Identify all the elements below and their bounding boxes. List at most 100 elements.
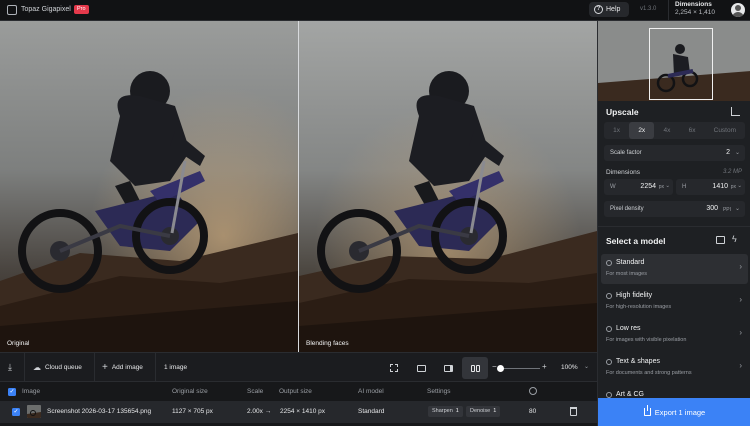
side-by-side-icon [470, 364, 480, 372]
sharpen-label: Sharpen [432, 408, 453, 414]
export-label: Export 1 image [654, 407, 706, 417]
help-button[interactable]: ? Help [589, 2, 629, 17]
table-row[interactable]: ✓ Screenshot 2026-03-17 135654.png 1127 … [0, 401, 597, 423]
pixel-density-field[interactable]: Pixel density 300 PPI ⌄ [604, 201, 745, 217]
app-title: Topaz Gigapixel [21, 6, 71, 13]
denoise-value: 1 [493, 408, 497, 414]
single-view-icon [416, 364, 426, 372]
pixel-density-label: Pixel density [610, 206, 644, 212]
sharpen-value: 1 [455, 408, 459, 414]
section-divider [598, 226, 750, 227]
app-logo-icon [7, 5, 17, 15]
navigator-thumbnail[interactable] [598, 21, 750, 101]
viewport-frame[interactable] [649, 28, 713, 100]
chevron-right-icon: › [739, 262, 742, 271]
column-header[interactable]: Settings [427, 388, 451, 395]
arrow-down-tray-icon: ⤓ [8, 362, 12, 372]
width-field[interactable]: W 2254 px ⌄ [604, 179, 673, 195]
crop-icon[interactable] [731, 107, 740, 116]
dimensions-readout: Dimensions 2,254 × 1,410 [668, 0, 724, 21]
pixel-density-unit: PPI [722, 207, 731, 213]
export-button[interactable]: Export 1 image [598, 398, 750, 426]
file-name: Screenshot 2026-03-17 135654.png [47, 408, 152, 415]
scale-factor-value: 2 [726, 149, 730, 156]
collapse-queue-button[interactable]: ⤓ [8, 353, 12, 382]
scale-4x-tab[interactable]: 4x [654, 122, 679, 139]
single-view-button[interactable] [408, 357, 434, 379]
dimensions-label: Dimensions [606, 169, 640, 176]
toolbar-divider [24, 353, 25, 382]
version-label: v1.3.0 [640, 6, 657, 12]
column-header[interactable]: AI model [358, 388, 384, 395]
width-label: W [610, 184, 616, 190]
chevron-updown-icon: ⌄ [734, 150, 740, 156]
scale-factor-field[interactable]: Scale factor 2 ⌄ [604, 145, 745, 161]
image-thumbnail [27, 405, 41, 418]
zoom-slider-handle[interactable] [497, 365, 504, 372]
column-header[interactable]: Image [22, 388, 40, 395]
model-name: Art & CG [616, 391, 645, 398]
lightning-icon[interactable]: ϟ [732, 234, 737, 244]
split-view-button[interactable] [435, 357, 461, 379]
bottom-toolbar: ⤓ ☁ Cloud queue + Add image 1 image − + … [0, 352, 597, 382]
model-desc: For documents and strong patterns [606, 370, 692, 376]
column-header[interactable]: Scale [247, 388, 263, 395]
model-art-cg[interactable]: Art & CG [601, 386, 748, 398]
preview-area[interactable]: Original Blending faces [0, 21, 597, 352]
upscaled-preview[interactable]: Blending faces [299, 21, 597, 352]
photo-upscaled [299, 21, 597, 352]
model-name: Low res [616, 325, 641, 332]
original-preview[interactable]: Original [0, 21, 298, 352]
scale-1x-tab[interactable]: 1x [604, 122, 629, 139]
trash-icon[interactable] [570, 407, 577, 416]
face-score: 80 [529, 408, 537, 415]
pro-badge: Pro [74, 5, 89, 14]
model-low-res[interactable]: Low res For images with visible pixelati… [601, 320, 748, 350]
dimensions-title: Dimensions [675, 1, 712, 8]
compare-models-icon[interactable] [716, 236, 725, 244]
height-field[interactable]: H 1410 px ⌄ [676, 179, 745, 195]
sharpen-chip[interactable]: Sharpen 1 [428, 406, 463, 417]
model-high-fidelity[interactable]: High fidelity For high-resolution images… [601, 287, 748, 317]
help-label: Help [606, 6, 621, 13]
scale-value: 2.00x → [247, 408, 272, 415]
ai-model: Standard [358, 408, 385, 415]
width-value: 2254 [640, 183, 656, 190]
cloud-queue-button[interactable]: ☁ Cloud queue [33, 353, 82, 382]
scale-factor-label: Scale factor [610, 150, 642, 156]
column-header[interactable]: Output size [279, 388, 312, 395]
model-icon [606, 260, 612, 266]
model-standard[interactable]: Standard For most images › [601, 254, 748, 284]
scale-2x-tab[interactable]: 2x [629, 122, 655, 139]
chevron-down-icon[interactable]: ⌄ [584, 363, 589, 370]
focus-icon [390, 364, 398, 372]
row-checkbox[interactable]: ✓ [12, 408, 20, 416]
original-label: Original [7, 340, 30, 347]
model-desc: For images with visible pixelation [606, 337, 687, 343]
plus-icon: + [102, 362, 108, 373]
zoom-out-icon[interactable]: − [492, 362, 497, 371]
zoom-in-icon[interactable]: + [542, 362, 547, 371]
denoise-chip[interactable]: Denoise 1 [466, 406, 501, 417]
scale-6x-tab[interactable]: 6x [680, 122, 705, 139]
add-image-button[interactable]: + Add image [102, 353, 143, 382]
model-name: Text & shapes [616, 358, 660, 365]
chevron-right-icon: › [739, 361, 742, 370]
scale-selector: 1x 2x 4x 6x Custom [604, 122, 745, 139]
model-text-shapes[interactable]: Text & shapes For documents and strong p… [601, 353, 748, 383]
photo-original [0, 21, 298, 352]
model-icon [606, 359, 612, 365]
fit-view-button[interactable] [381, 357, 407, 379]
column-header[interactable]: Original size [172, 388, 208, 395]
blending-faces-label: Blending faces [306, 340, 349, 347]
scale-custom-tab[interactable]: Custom [705, 122, 745, 139]
dimensions-value: 2,254 × 1,410 [675, 9, 715, 16]
chevron-down-icon: ⌄ [665, 183, 670, 189]
user-avatar[interactable] [731, 3, 745, 17]
title-bar: Topaz Gigapixel Pro ? Help v1.3.0 Dimens… [0, 0, 750, 21]
select-all-checkbox[interactable]: ✓ [8, 388, 16, 396]
zoom-level[interactable]: 100% [561, 364, 578, 371]
side-by-side-view-button[interactable] [462, 357, 488, 379]
height-value: 1410 [712, 183, 728, 190]
zoom-slider[interactable] [500, 368, 540, 369]
